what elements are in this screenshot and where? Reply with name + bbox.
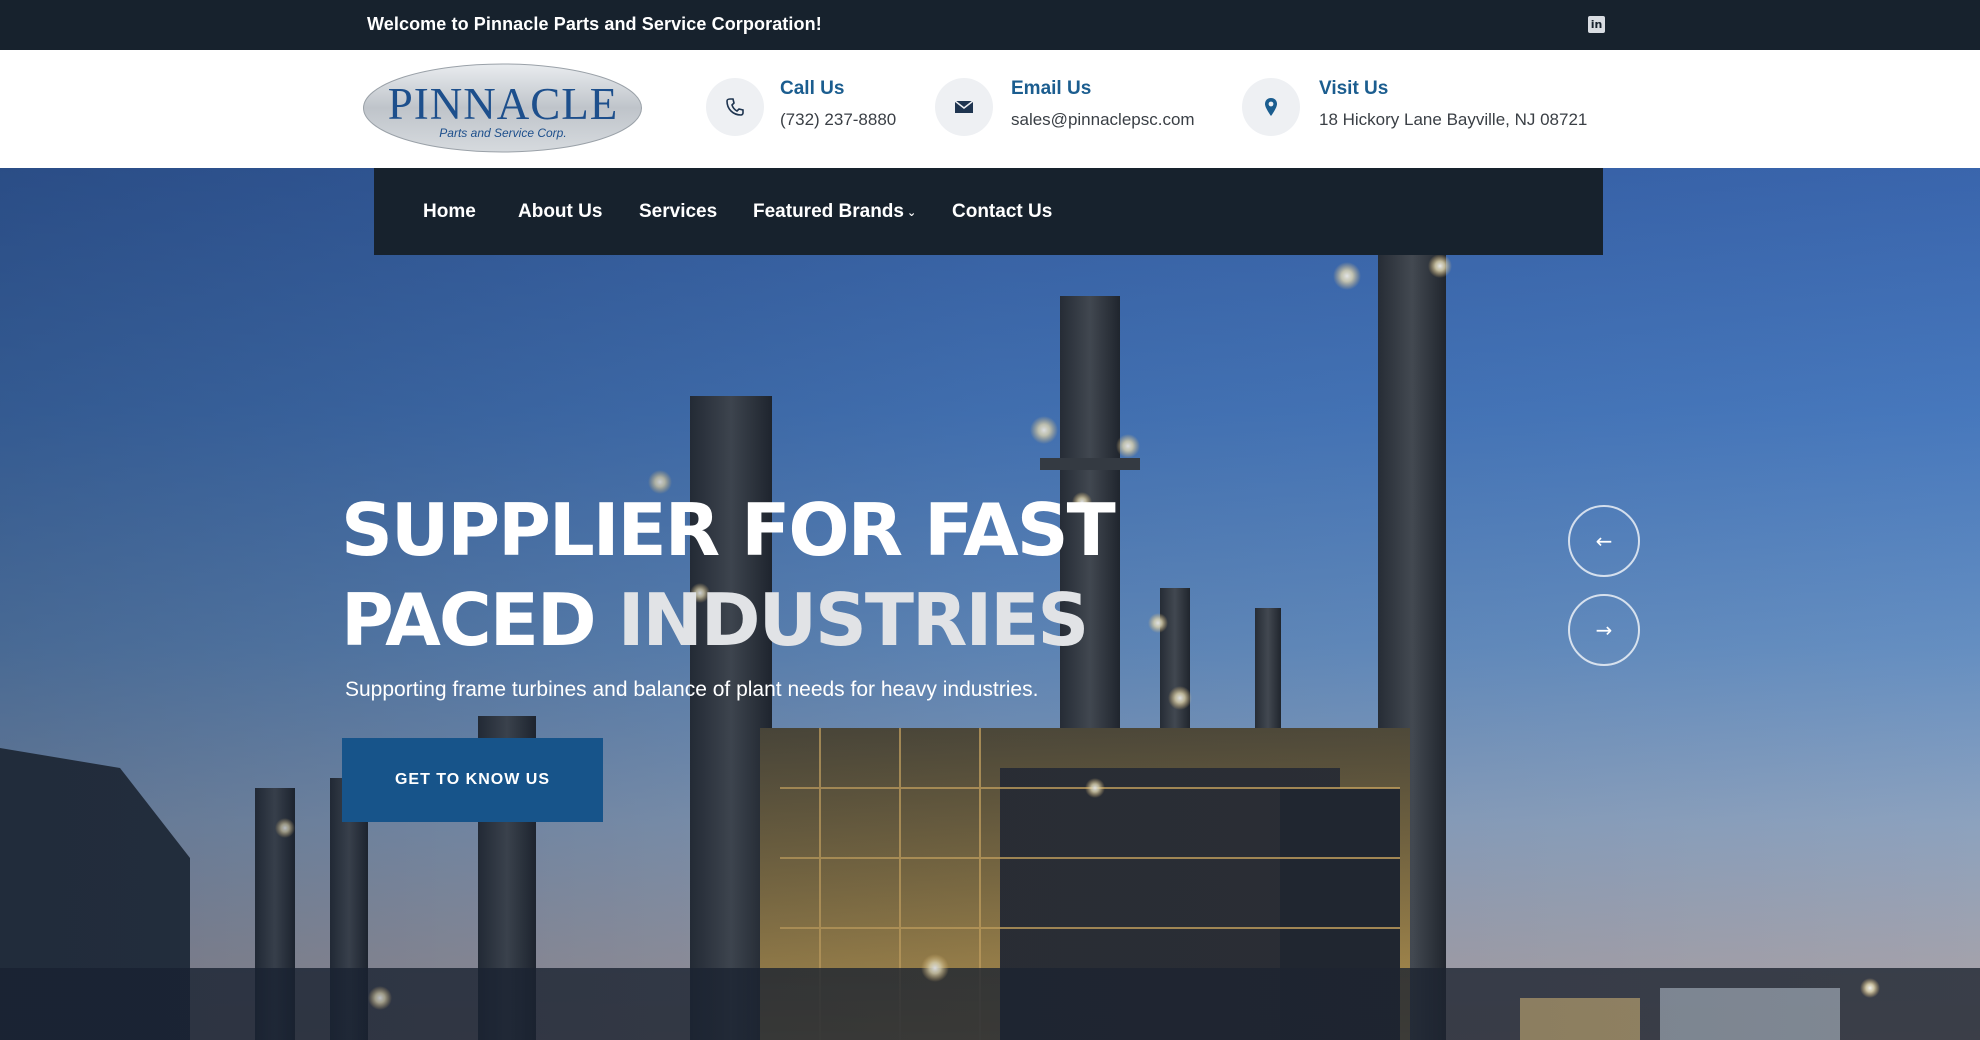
hero-heading-line-2: PACED INDUSTRIES	[341, 578, 1090, 662]
logo-tagline: Parts and Service Corp.	[439, 126, 566, 140]
logo-wordmark: PINNACLE	[388, 79, 619, 129]
main-navigation: Home About Us Services Featured Brands ⌄ …	[374, 168, 1603, 255]
map-pin-icon	[1242, 78, 1300, 136]
get-to-know-us-button[interactable]: GET TO KNOW US	[342, 738, 603, 822]
email-us-title: Email Us	[1011, 78, 1092, 99]
arrow-left-icon: ←	[1595, 529, 1613, 553]
arrow-right-icon: →	[1595, 618, 1613, 642]
hero-heading-light: INDUSTRIES	[617, 578, 1090, 662]
chevron-down-icon: ⌄	[906, 207, 917, 219]
site-header: PINNACLE Parts and Service Corp. Call Us…	[0, 50, 1980, 168]
hero-heading-line-1: SUPPLIER FOR FAST	[341, 488, 1116, 572]
nav-featured-brands-label: Featured Brands	[753, 201, 904, 222]
envelope-icon	[935, 78, 993, 136]
nav-about-us[interactable]: About Us	[518, 168, 602, 255]
nav-services[interactable]: Services	[639, 168, 717, 255]
nav-home[interactable]: Home	[423, 168, 476, 255]
nav-contact-us[interactable]: Contact Us	[952, 168, 1052, 255]
hero-subtitle: Supporting frame turbines and balance of…	[345, 678, 1039, 701]
visit-us-title: Visit Us	[1319, 78, 1389, 99]
street-address[interactable]: 18 Hickory Lane Bayville, NJ 08721	[1319, 110, 1587, 130]
slider-prev-button[interactable]: ←	[1568, 505, 1640, 577]
welcome-message: Welcome to Pinnacle Parts and Service Co…	[367, 14, 822, 34]
email-address[interactable]: sales@pinnaclepsc.com	[1011, 110, 1195, 130]
nav-featured-brands[interactable]: Featured Brands ⌄	[753, 168, 916, 255]
top-bar: Welcome to Pinnacle Parts and Service Co…	[0, 0, 1980, 50]
call-us-title: Call Us	[780, 78, 845, 99]
slider-next-button[interactable]: →	[1568, 594, 1640, 666]
hero-heading-bold: PACED	[341, 578, 597, 662]
linkedin-glyph: in	[1590, 18, 1603, 31]
pinnacle-logo[interactable]: PINNACLE Parts and Service Corp.	[362, 63, 643, 153]
phone-number[interactable]: (732) 237-8880	[780, 110, 896, 130]
phone-icon	[706, 78, 764, 136]
linkedin-icon[interactable]: in	[1588, 16, 1605, 33]
